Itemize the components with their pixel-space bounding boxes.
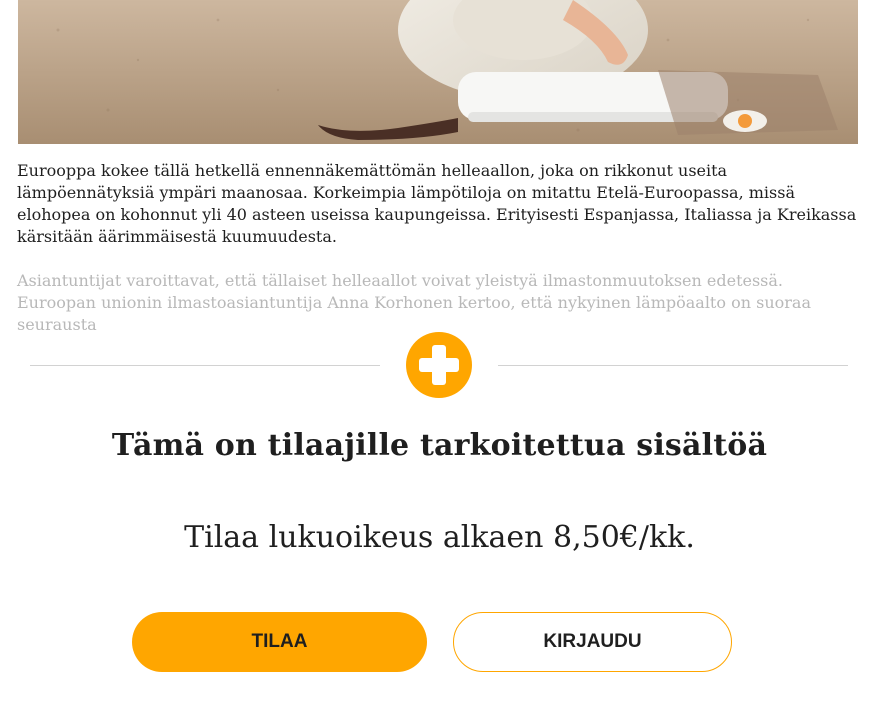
paywall-title: Tämä on tilaajille tarkoitettua sisältöä bbox=[111, 428, 768, 463]
article-paragraph-faded: Asiantuntijat varoittavat, että tällaise… bbox=[17, 271, 811, 334]
plus-icon bbox=[406, 332, 472, 398]
divider-right bbox=[498, 365, 848, 366]
paywall-offer: Tilaa lukuoikeus alkaen 8,50€/kk. bbox=[184, 520, 695, 555]
login-button-label: KIRJAUDU bbox=[543, 631, 642, 652]
subscribe-button-label: TILAA bbox=[251, 631, 308, 652]
article-body: Eurooppa kokee tällä hetkellä ennennäkem… bbox=[17, 160, 862, 336]
hero-image bbox=[18, 0, 858, 144]
login-button[interactable]: KIRJAUDU bbox=[453, 612, 732, 672]
beach-photo bbox=[18, 0, 858, 144]
article-paragraph: Eurooppa kokee tällä hetkellä ennennäkem… bbox=[17, 161, 857, 246]
divider-left bbox=[30, 365, 380, 366]
subscribe-button[interactable]: TILAA bbox=[132, 612, 427, 672]
